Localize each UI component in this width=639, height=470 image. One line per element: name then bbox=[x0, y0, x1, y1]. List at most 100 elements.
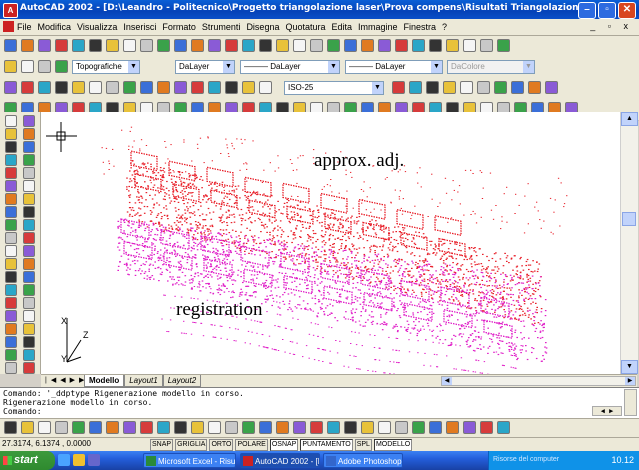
menu-disegna[interactable]: Disegna bbox=[246, 22, 279, 32]
menu-quotatura[interactable]: Quotatura bbox=[285, 22, 325, 32]
standard-tool-icon[interactable] bbox=[463, 39, 476, 52]
inquiry-tool-icon[interactable] bbox=[528, 81, 541, 94]
osnap-tool-icon[interactable] bbox=[55, 421, 68, 434]
osnap-tool-icon[interactable] bbox=[174, 421, 187, 434]
standard-tool-icon[interactable] bbox=[412, 39, 425, 52]
inquiry-tool-icon[interactable] bbox=[477, 81, 490, 94]
osnap-tool-icon[interactable] bbox=[378, 421, 391, 434]
modify-tool-icon[interactable] bbox=[23, 154, 35, 166]
mode-toggle-osnap[interactable]: OSNAP bbox=[269, 439, 299, 451]
dimension-tool-icon[interactable] bbox=[157, 81, 170, 94]
inquiry-tool-icon[interactable] bbox=[426, 81, 439, 94]
maximize-button[interactable]: ▫ bbox=[598, 2, 616, 19]
standard-tool-icon[interactable] bbox=[276, 39, 289, 52]
osnap-tool-icon[interactable] bbox=[480, 421, 493, 434]
scroll-left-button[interactable]: ◀ bbox=[442, 377, 452, 385]
tab-layout2[interactable]: Layout2 bbox=[162, 375, 202, 387]
draw-tool-icon[interactable] bbox=[5, 349, 17, 361]
menu-file[interactable]: File bbox=[17, 22, 32, 32]
scroll-right-button[interactable]: ▶ bbox=[625, 377, 635, 385]
standard-tool-icon[interactable] bbox=[378, 39, 391, 52]
draw-tool-icon[interactable] bbox=[5, 141, 17, 153]
menu-immagine[interactable]: Immagine bbox=[358, 22, 398, 32]
inquiry-tool-icon[interactable] bbox=[443, 81, 456, 94]
draw-tool-icon[interactable] bbox=[5, 154, 17, 166]
chevron-down-icon[interactable]: ▼ bbox=[328, 61, 339, 73]
osnap-tool-icon[interactable] bbox=[259, 421, 272, 434]
standard-tool-icon[interactable] bbox=[327, 39, 340, 52]
mode-toggle-orto[interactable]: ORTO bbox=[209, 439, 234, 451]
osnap-tool-icon[interactable] bbox=[497, 421, 510, 434]
inquiry-tool-icon[interactable] bbox=[511, 81, 524, 94]
standard-tool-icon[interactable] bbox=[480, 39, 493, 52]
mode-toggle-modello[interactable]: MODELLO bbox=[373, 439, 413, 451]
chevron-down-icon[interactable]: ▼ bbox=[372, 82, 383, 94]
modify-tool-icon[interactable] bbox=[23, 310, 35, 322]
mode-toggle-puntamento[interactable]: PUNTAMENTO bbox=[300, 439, 353, 451]
color-dropdown[interactable]: DaLayer ▼ bbox=[175, 60, 235, 74]
draw-tool-icon[interactable] bbox=[5, 245, 17, 257]
scroll-up-button[interactable]: ▲ bbox=[621, 112, 638, 126]
dimension-tool-icon[interactable] bbox=[123, 81, 136, 94]
modify-tool-icon[interactable] bbox=[23, 323, 35, 335]
menu-strumenti[interactable]: Strumenti bbox=[202, 22, 241, 32]
draw-tool-icon[interactable] bbox=[5, 310, 17, 322]
osnap-tool-icon[interactable] bbox=[157, 421, 170, 434]
scroll-thumb[interactable] bbox=[622, 212, 636, 226]
dimension-tool-icon[interactable] bbox=[21, 81, 34, 94]
standard-tool-icon[interactable] bbox=[106, 39, 119, 52]
chevron-down-icon[interactable]: ▼ bbox=[223, 61, 234, 73]
osnap-tool-icon[interactable] bbox=[446, 421, 459, 434]
menu-visualizza[interactable]: Visualizza bbox=[77, 22, 117, 32]
chevron-down-icon[interactable]: ▼ bbox=[431, 61, 442, 73]
modify-tool-icon[interactable] bbox=[23, 167, 35, 179]
dimension-tool-icon[interactable] bbox=[140, 81, 153, 94]
menu-edita[interactable]: Edita bbox=[332, 22, 353, 32]
folder-icon[interactable] bbox=[73, 454, 85, 466]
draw-tool-icon[interactable] bbox=[5, 128, 17, 140]
menu-help[interactable]: ? bbox=[442, 22, 447, 32]
standard-tool-icon[interactable] bbox=[497, 39, 510, 52]
layer-dropdown[interactable]: Topografiche ▼ bbox=[72, 60, 140, 74]
linetype-dropdown[interactable]: ——— DaLayer ▼ bbox=[240, 60, 340, 74]
standard-tool-icon[interactable] bbox=[191, 39, 204, 52]
start-button[interactable]: start bbox=[0, 451, 55, 470]
mode-toggle-spl[interactable]: SPL bbox=[354, 439, 372, 451]
standard-tool-icon[interactable] bbox=[395, 39, 408, 52]
menu-inserisci[interactable]: Inserisci bbox=[123, 22, 156, 32]
draw-tool-icon[interactable] bbox=[5, 167, 17, 179]
scroll-down-button[interactable]: ▼ bbox=[621, 360, 638, 374]
standard-tool-icon[interactable] bbox=[242, 39, 255, 52]
standard-tool-icon[interactable] bbox=[174, 39, 187, 52]
taskbar-item-photoshop[interactable]: Adobe Photoshop bbox=[323, 453, 403, 468]
standard-tool-icon[interactable] bbox=[4, 39, 17, 52]
autocad-logo-icon[interactable]: A bbox=[3, 3, 18, 18]
ie-icon[interactable] bbox=[58, 454, 70, 466]
modify-tool-icon[interactable] bbox=[23, 297, 35, 309]
close-button[interactable]: ✕ bbox=[618, 2, 636, 19]
dimension-tool-icon[interactable] bbox=[55, 81, 68, 94]
standard-tool-icon[interactable] bbox=[310, 39, 323, 52]
draw-tool-icon[interactable] bbox=[5, 180, 17, 192]
taskbar-item-excel[interactable]: Microsoft Excel - Risul... bbox=[143, 453, 236, 468]
osnap-tool-icon[interactable] bbox=[327, 421, 340, 434]
osnap-tool-icon[interactable] bbox=[344, 421, 357, 434]
vertical-scrollbar[interactable]: ▲ ▼ bbox=[620, 112, 638, 374]
osnap-tool-icon[interactable] bbox=[429, 421, 442, 434]
standard-tool-icon[interactable] bbox=[157, 39, 170, 52]
command-scroll-buttons[interactable]: ◀ ▶ bbox=[592, 406, 622, 416]
osnap-tool-icon[interactable] bbox=[395, 421, 408, 434]
modify-tool-icon[interactable] bbox=[23, 219, 35, 231]
document-icon[interactable] bbox=[3, 21, 14, 32]
modify-tool-icon[interactable] bbox=[23, 349, 35, 361]
draw-tool-icon[interactable] bbox=[5, 115, 17, 127]
dimension-tool-icon[interactable] bbox=[174, 81, 187, 94]
osnap-tool-icon[interactable] bbox=[140, 421, 153, 434]
command-scrollbar[interactable] bbox=[624, 389, 637, 416]
tab-layout1[interactable]: Layout1 bbox=[124, 375, 163, 387]
modify-tool-icon[interactable] bbox=[23, 362, 35, 374]
standard-tool-icon[interactable] bbox=[89, 39, 102, 52]
standard-tool-icon[interactable] bbox=[429, 39, 442, 52]
modify-tool-icon[interactable] bbox=[23, 232, 35, 244]
draw-tool-icon[interactable] bbox=[5, 284, 17, 296]
